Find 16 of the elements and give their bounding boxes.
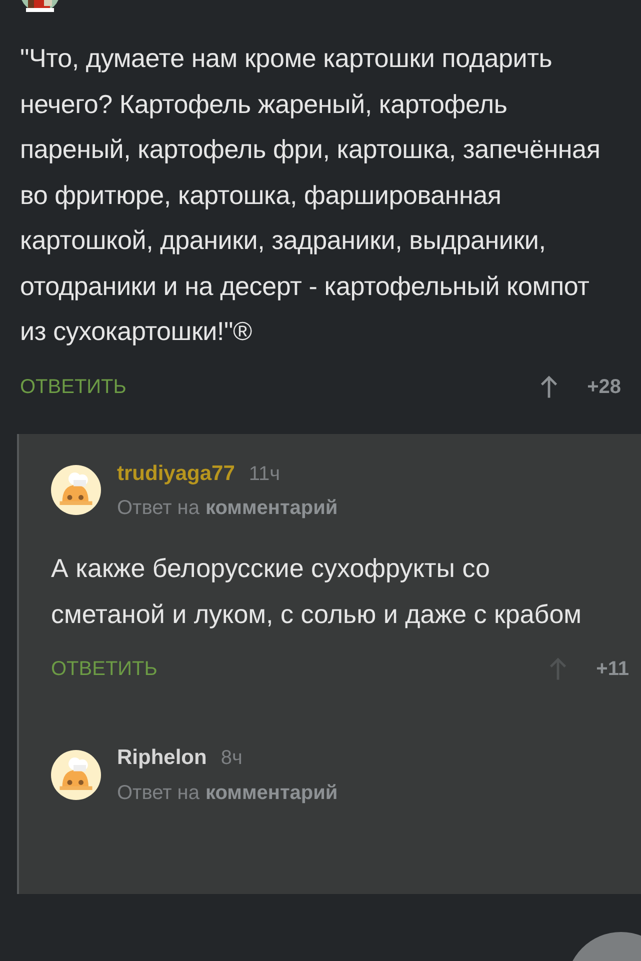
reply-button[interactable]: ОТВЕТИТЬ (51, 654, 158, 684)
username-link[interactable]: trudiyaga77 (117, 458, 235, 489)
vote-score: +28 (587, 374, 621, 400)
username-link[interactable]: Riphelon (117, 742, 207, 774)
vote-score: +11 (596, 657, 629, 682)
comment-text: А какже белорусские сухофрукты со сметаной и луком, с солью и даже с крабом (51, 552, 583, 631)
reply-to-label: Ответ на (117, 780, 200, 806)
reply-to-label: Ответ на (117, 496, 200, 521)
timestamp: 8ч (220, 746, 242, 771)
comment-link[interactable]: комментарий (205, 778, 338, 808)
comment-link[interactable]: комментарий (205, 493, 338, 523)
comment-text: "Что, думаете нам кроме картошки подарить нечего? Картофель жареный, картофель пареный, картофель фри, картошка, запечённая во фритюре, картошка, фаршированная картошкой, драники, задраники, выдраники, отодраники и на десерт - картофельный компот из сухокартошки!"® (20, 42, 602, 348)
avatar-icon[interactable] (51, 465, 101, 516)
timestamp: 11ч (248, 462, 280, 486)
avatar-icon[interactable] (51, 750, 101, 800)
reply-button[interactable]: ОТВЕТИТЬ (20, 372, 126, 402)
